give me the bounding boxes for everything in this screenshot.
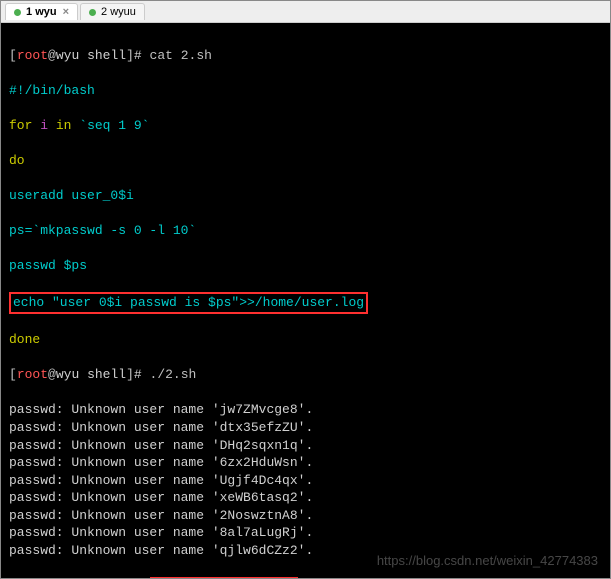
passwd-output-line: passwd: Unknown user name 'jw7ZMvcge8'.	[9, 401, 602, 419]
close-icon[interactable]: ×	[63, 6, 69, 18]
passwd-output-line: passwd: Unknown user name 'DHq2sqxn1q'.	[9, 437, 602, 455]
script-done: done	[9, 331, 602, 349]
script-echo-highlight: echo "user 0$i passwd is $ps">>/home/use…	[9, 292, 602, 314]
script-useradd: useradd user_0$i	[9, 187, 602, 205]
tab-label: wyuu	[110, 6, 136, 18]
tab-label: wyu	[35, 6, 56, 18]
tab-bar: 1 wyu × 2 wyuu	[1, 1, 610, 23]
status-dot-icon	[89, 9, 96, 16]
tab-2[interactable]: 2 wyuu	[80, 3, 145, 20]
script-passwd: passwd $ps	[9, 257, 602, 275]
passwd-output-line: passwd: Unknown user name '6zx2HduWsn'.	[9, 454, 602, 472]
passwd-output-line: passwd: Unknown user name 'dtx35efzZU'.	[9, 419, 602, 437]
tab-index: 1	[26, 6, 32, 18]
passwd-output-line: passwd: Unknown user name 'qjlw6dCZz2'.	[9, 542, 602, 560]
prompt-line: [root@wyu shell]# ./2.sh	[9, 366, 602, 384]
tab-1[interactable]: 1 wyu ×	[5, 3, 78, 20]
passwd-output-line: passwd: Unknown user name 'xeWB6tasq2'.	[9, 489, 602, 507]
terminal-body[interactable]: [root@wyu shell]# cat 2.sh #!/bin/bash f…	[1, 23, 610, 578]
script-ps: ps=`mkpasswd -s 0 -l 10`	[9, 222, 602, 240]
script-for: for i in `seq 1 9`	[9, 117, 602, 135]
command-text: cat 2.sh	[150, 48, 212, 63]
passwd-output-line: passwd: Unknown user name '8al7aLugRj'.	[9, 524, 602, 542]
script-shebang: #!/bin/bash	[9, 82, 602, 100]
prompt-line: [root@wyu shell]# cat 2.sh	[9, 47, 602, 65]
status-dot-icon	[14, 9, 21, 16]
command-text: ./2.sh	[150, 367, 197, 382]
passwd-output-line: passwd: Unknown user name 'Ugjf4Dc4qx'.	[9, 472, 602, 490]
script-do: do	[9, 152, 602, 170]
terminal-window: 1 wyu × 2 wyuu [root@wyu shell]# cat 2.s…	[0, 0, 611, 579]
cat-log-highlight: cat /home/user.log	[150, 577, 298, 578]
prompt-line: [root@wyu shell]# cat /home/user.log	[9, 577, 602, 578]
tab-index: 2	[101, 6, 107, 18]
passwd-output-line: passwd: Unknown user name '2NoswztnA8'.	[9, 507, 602, 525]
